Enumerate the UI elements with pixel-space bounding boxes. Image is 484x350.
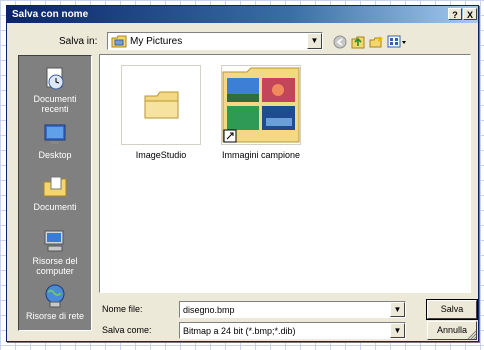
save-as-type-dropdown-arrow[interactable]: ▼ bbox=[390, 323, 405, 338]
folder-shortcut-thumbnail-icon bbox=[222, 67, 300, 143]
place-label: Risorse di rete bbox=[25, 311, 85, 321]
network-places-icon bbox=[45, 284, 65, 308]
back-icon[interactable] bbox=[333, 35, 347, 49]
file-item-immagini-campione[interactable]: Immagini campione bbox=[216, 65, 306, 160]
look-in-dropdown-arrow[interactable]: ▼ bbox=[307, 33, 322, 49]
place-label: Desktop bbox=[38, 150, 72, 160]
my-documents-icon bbox=[43, 176, 67, 197]
close-button[interactable]: X bbox=[463, 8, 477, 20]
recent-documents-icon bbox=[46, 67, 64, 90]
resize-grip[interactable] bbox=[467, 330, 477, 340]
file-thumbnail bbox=[221, 65, 301, 145]
file-name-dropdown-arrow[interactable]: ▼ bbox=[390, 302, 405, 317]
file-name: Immagini campione bbox=[221, 150, 301, 160]
file-name: ImageStudio bbox=[135, 150, 187, 160]
views-menu-icon[interactable] bbox=[387, 35, 407, 49]
new-folder-icon[interactable] bbox=[369, 35, 383, 49]
look-in-combo[interactable]: My Pictures ▼ bbox=[107, 32, 323, 50]
help-button[interactable]: ? bbox=[448, 8, 462, 20]
file-thumbnail bbox=[121, 65, 201, 145]
my-computer-icon bbox=[44, 230, 64, 252]
save-as-dialog: Salva con nome ? X Salva in: My Pictures… bbox=[6, 5, 479, 342]
file-name-input[interactable]: disegno.bmp ▼ bbox=[179, 301, 406, 318]
save-as-type-select[interactable]: Bitmap a 24 bit (*.bmp;*.dib) ▼ bbox=[179, 322, 406, 339]
folder-icon bbox=[144, 91, 179, 119]
places-bar: Documenti recenti Desktop Documenti Riso… bbox=[18, 55, 92, 331]
save-as-type-label: Salva come: bbox=[102, 325, 152, 335]
place-my-computer[interactable]: Risorse del computer bbox=[19, 228, 91, 276]
place-network-places[interactable]: Risorse di rete bbox=[19, 283, 91, 321]
place-label: Documenti bbox=[33, 202, 77, 212]
file-name-label: Nome file: bbox=[102, 304, 143, 314]
place-recent-documents[interactable]: Documenti recenti bbox=[19, 66, 91, 114]
place-my-documents[interactable]: Documenti bbox=[19, 174, 91, 212]
place-label: Documenti recenti bbox=[33, 94, 77, 114]
place-label: Risorse del computer bbox=[32, 256, 78, 276]
save-as-type-value: Bitmap a 24 bit (*.bmp;*.dib) bbox=[183, 326, 296, 336]
window-title: Salva con nome bbox=[12, 9, 89, 20]
file-name-value: disegno.bmp bbox=[183, 305, 235, 315]
look-in-value: My Pictures bbox=[130, 36, 183, 47]
desktop-icon bbox=[44, 124, 66, 144]
look-in-label: Salva in: bbox=[59, 36, 98, 47]
place-desktop[interactable]: Desktop bbox=[19, 122, 91, 160]
save-button[interactable]: Salva bbox=[426, 299, 478, 320]
up-one-level-icon[interactable] bbox=[351, 35, 365, 49]
folder-pictures-icon bbox=[111, 35, 127, 48]
title-bar[interactable]: Salva con nome ? X bbox=[7, 6, 478, 23]
file-item-imagestudio[interactable]: ImageStudio bbox=[116, 65, 206, 160]
file-list[interactable]: ImageStudio Immagini campione bbox=[99, 54, 471, 293]
